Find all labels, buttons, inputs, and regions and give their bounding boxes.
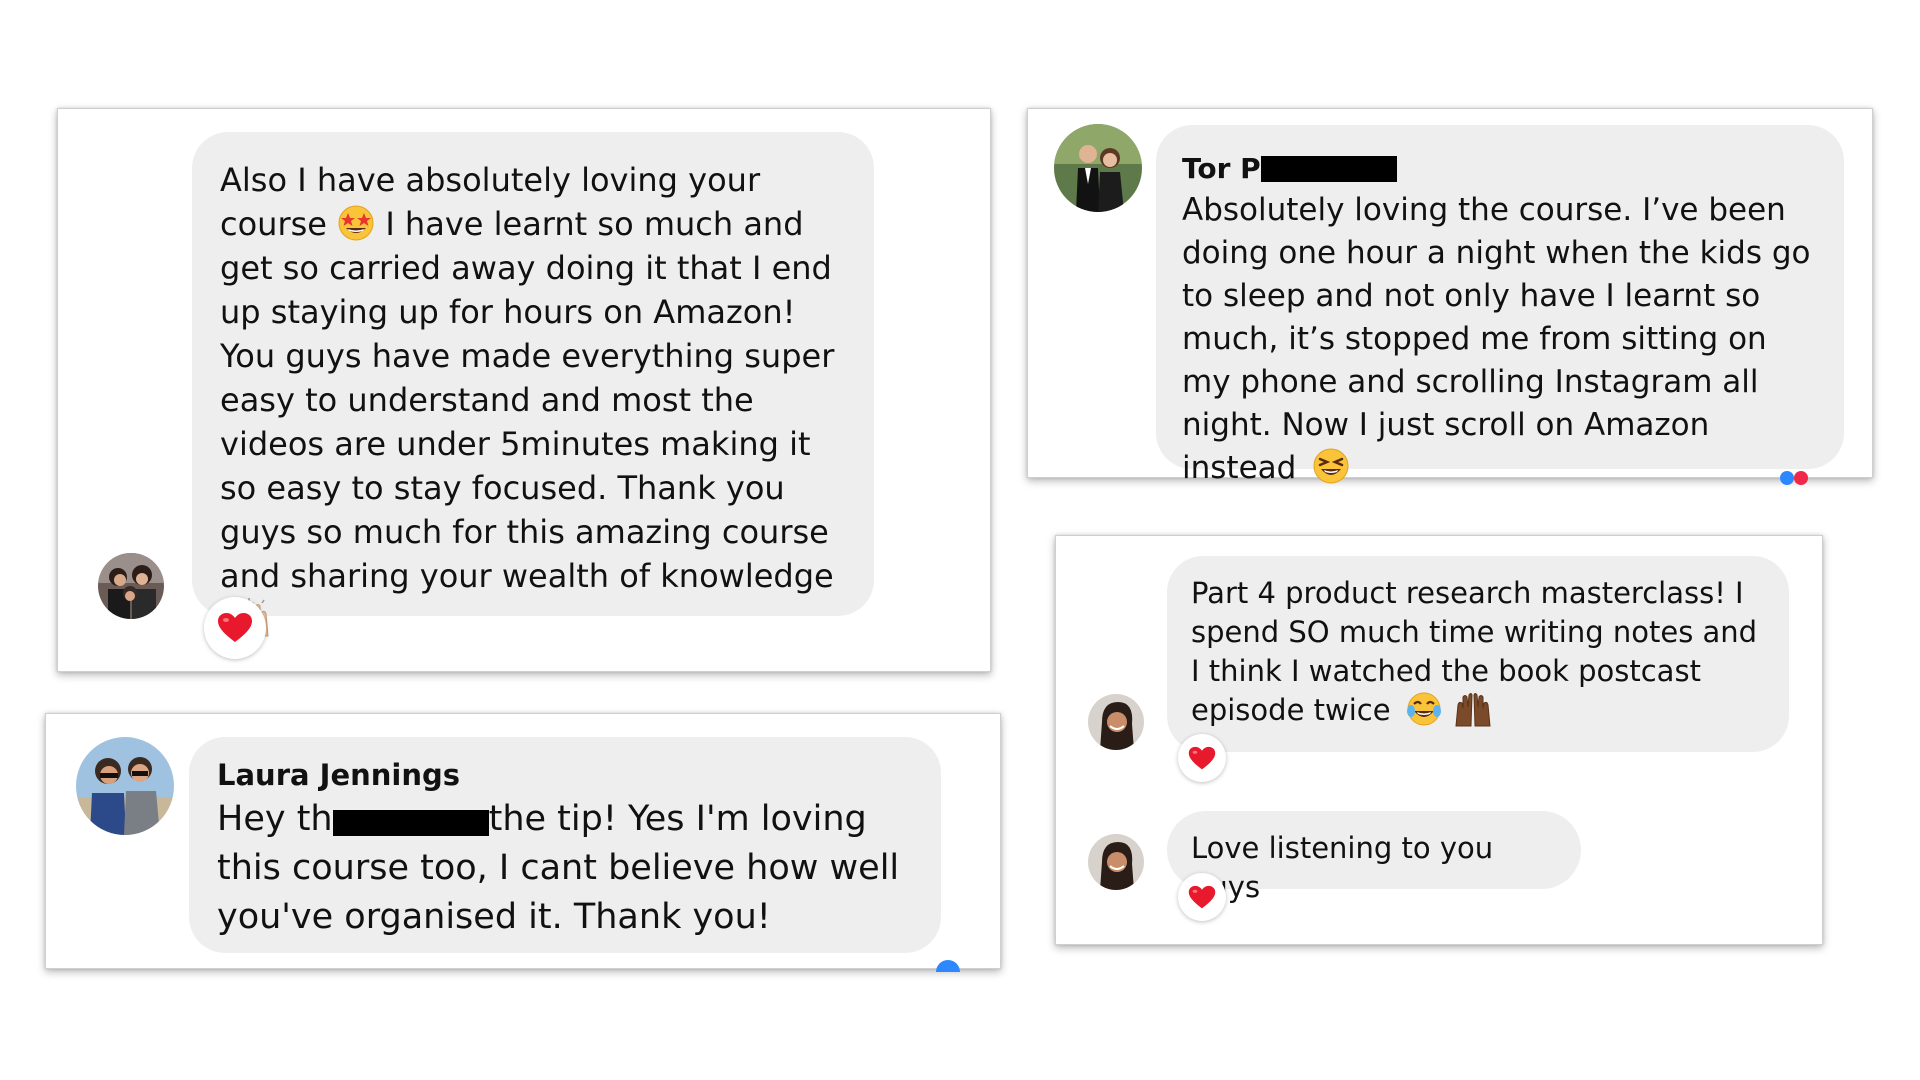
comment-card-1: Also I have absolutely loving your cours… — [57, 108, 991, 672]
comment-card-4: Part 4 product research masterclass! I s… — [1055, 535, 1823, 945]
comment-text: Absolutely loving the course. I’ve been … — [1182, 192, 1811, 486]
comment-text: Hey th the tip! Yes I'm loving this cours… — [217, 799, 900, 937]
comment-text: Love listening to you guys — [1191, 831, 1494, 904]
heart-reaction[interactable] — [1178, 734, 1226, 782]
reaction-indicator — [936, 960, 960, 972]
raising-hands-dark-emoji — [1453, 691, 1493, 727]
redaction-bar — [332, 810, 489, 836]
avatar[interactable] — [1088, 694, 1144, 750]
tears-of-joy-emoji — [1406, 691, 1442, 727]
avatar[interactable] — [98, 553, 164, 619]
comment-bubble: Tor P Absolutely loving the course. I’ve… — [1156, 125, 1844, 486]
avatar[interactable] — [76, 737, 174, 835]
comment-bubble: Part 4 product research masterclass! I s… — [1167, 556, 1789, 752]
grinning-squinting-emoji — [1312, 447, 1350, 485]
comment-card-2: Tor P Absolutely loving the course. I’ve… — [1027, 108, 1873, 486]
star-struck-emoji — [337, 204, 375, 242]
comment-bubble: Also I have absolutely loving your cours… — [192, 132, 874, 637]
comment-author: Laura Jennings — [217, 758, 461, 792]
reaction-indicator — [1794, 471, 1808, 485]
comment-bubble: Love listening to you guys — [1167, 811, 1581, 904]
avatar[interactable] — [1088, 834, 1144, 890]
avatar[interactable] — [1054, 124, 1142, 212]
redaction-bar — [1260, 156, 1397, 182]
reaction-indicator — [1780, 471, 1794, 485]
heart-reaction[interactable] — [1178, 873, 1226, 921]
heart-reaction[interactable] — [204, 597, 266, 659]
comment-author: Tor P — [1182, 149, 1818, 189]
comment-card-3: Laura Jennings Hey th the tip! Yes I'm lo… — [45, 713, 1001, 972]
comment-bubble: Laura Jennings Hey th the tip! Yes I'm lo… — [189, 737, 941, 953]
comment-text: I have learnt so much and get so carried… — [220, 205, 835, 595]
